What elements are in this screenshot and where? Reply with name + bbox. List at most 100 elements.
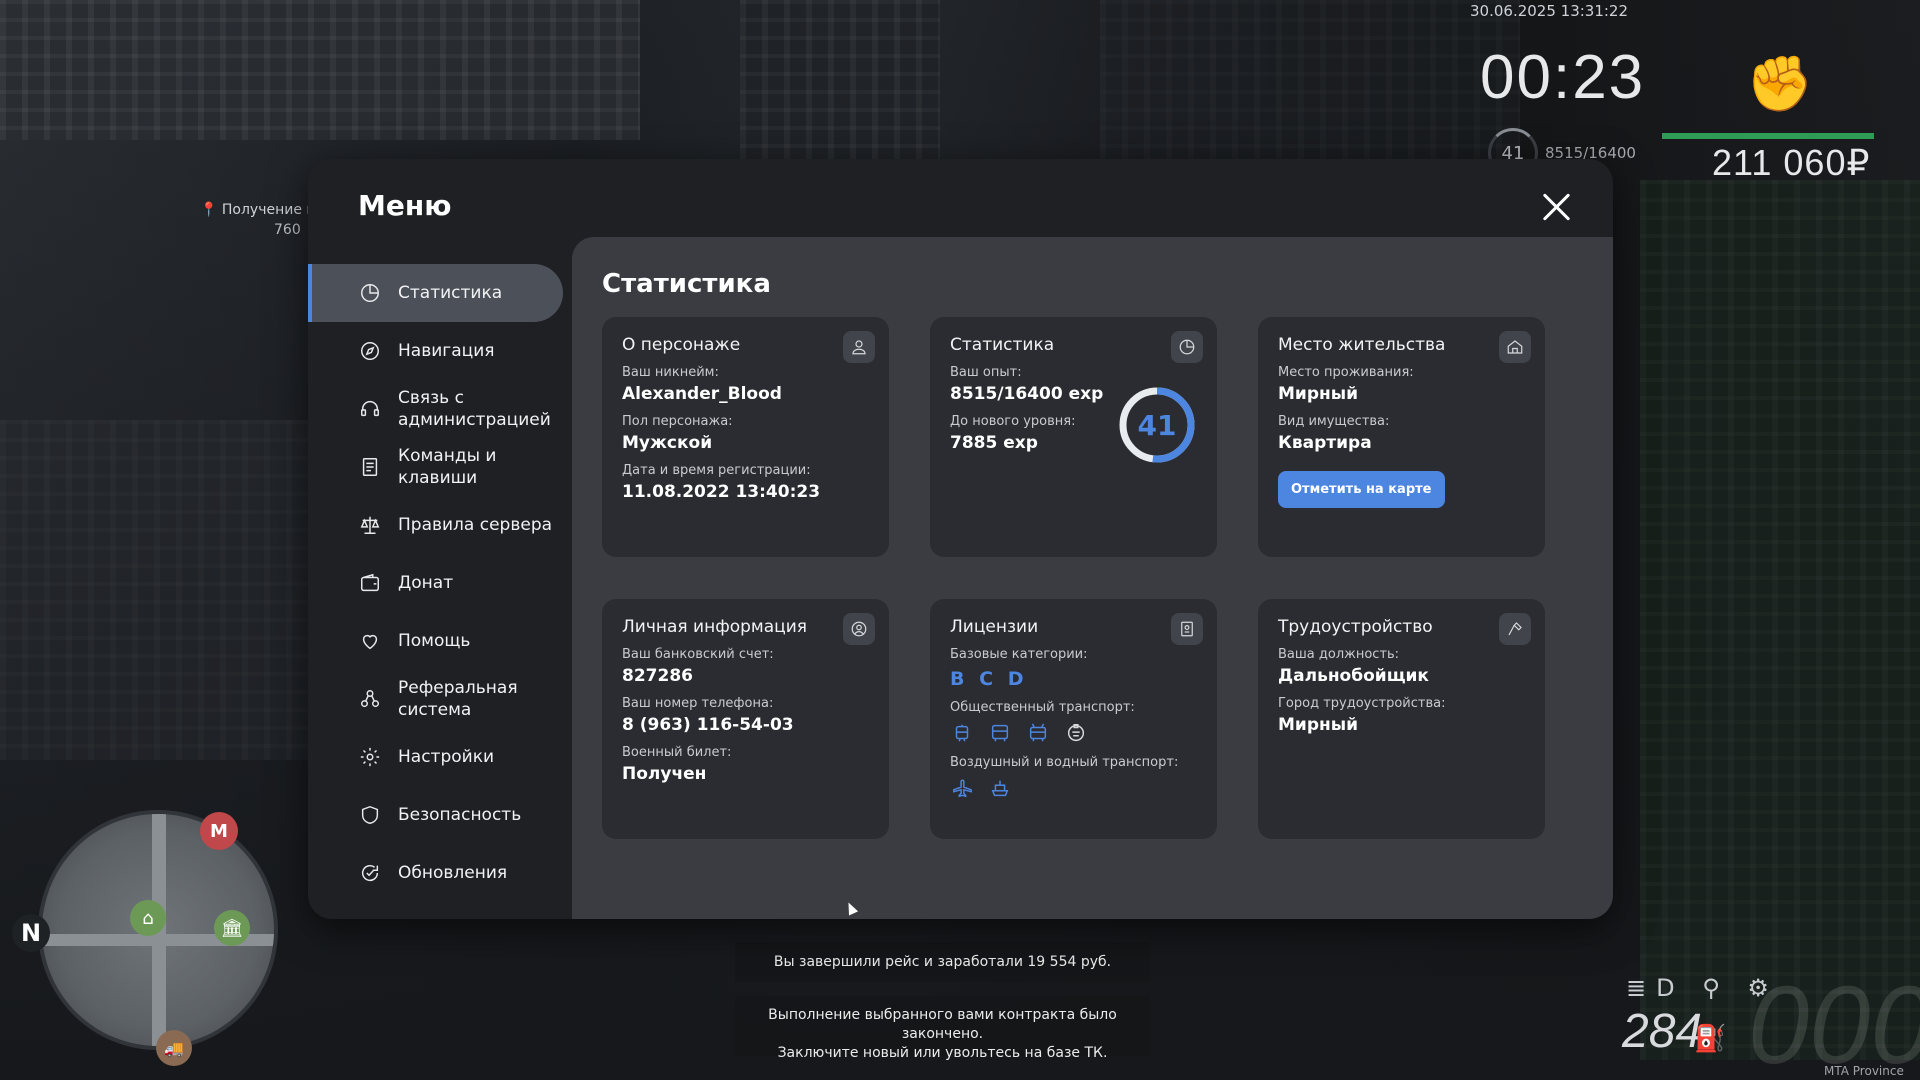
hud-task: 📍 Получение к	[200, 202, 315, 218]
page-title: Статистика	[602, 269, 771, 299]
card-title: Трудоустройство	[1278, 617, 1433, 637]
nav-label-line2: администрацией	[398, 410, 551, 430]
house-icon	[1499, 331, 1531, 363]
refresh-icon	[358, 861, 382, 885]
mark-on-map-button[interactable]: Отметить на карте	[1278, 471, 1445, 508]
server-brand: MTA Province #4	[1824, 1064, 1904, 1080]
hud-timer: 00:23	[1480, 43, 1646, 112]
contract-notification: Выполнение выбранного вами контракта был…	[735, 996, 1150, 1061]
hud-datetime: 30.06.2025 13:31:22	[1470, 2, 1629, 20]
menu-title: Меню	[358, 189, 452, 222]
referral-icon	[358, 687, 382, 711]
gender-value: Мужской	[622, 433, 713, 453]
bank-account-label: Ваш банковский счет:	[622, 647, 774, 662]
building	[740, 0, 940, 170]
nav-label-line1: Реферальная	[398, 678, 518, 698]
hud-speed: 284	[1622, 1005, 1703, 1058]
level-value: 41	[1137, 408, 1177, 442]
hud-money: 211 060₽	[1712, 142, 1871, 183]
vehicle-status-icons: ≣D ⚲ ⚙	[1626, 974, 1779, 1002]
residence-place-label: Место проживания:	[1278, 365, 1414, 380]
bank-account-value: 827286	[622, 666, 693, 686]
nav-item-security[interactable]: Безопасность	[308, 786, 563, 844]
nav-item-admin-contact[interactable]: Связь с администрацией	[308, 380, 563, 438]
stats-card: Статистика Ваш опыт: 8515/16400 exp До н…	[930, 317, 1217, 557]
nav-label-line1: Связь с	[398, 388, 464, 408]
card-title: Место жительства	[1278, 335, 1446, 355]
wallet-icon	[358, 571, 382, 595]
plane-icon	[950, 776, 974, 800]
user-icon	[843, 331, 875, 363]
job-position-label: Ваша должность:	[1278, 647, 1400, 662]
nav-label: Реферальная система	[398, 677, 518, 721]
card-title: О персонаже	[622, 335, 741, 355]
job-city-label: Город трудоустройства:	[1278, 696, 1446, 711]
residence-place-value: Мирный	[1278, 384, 1359, 404]
air-water-transport-icons	[950, 776, 1197, 800]
registration-value: 11.08.2022 13:40:23	[622, 482, 821, 502]
card-title: Статистика	[950, 335, 1055, 355]
nav-item-donate[interactable]: Донат	[308, 554, 563, 612]
pie-chart-icon	[1171, 331, 1203, 363]
residence-card: Место жительства Место проживания: Мирны…	[1258, 317, 1545, 557]
nav-label: Настройки	[398, 747, 495, 767]
home-marker-icon: ⌂	[130, 900, 166, 936]
nav-label-line2: клавиши	[398, 468, 478, 488]
public-transport-icons	[950, 721, 1197, 745]
nav-label: Обновления	[398, 863, 508, 883]
trip-notification: Вы завершили рейс и заработали 19 554 ру…	[735, 942, 1150, 982]
job-city-value: Мирный	[1278, 715, 1359, 735]
task-title: Получение к	[221, 202, 315, 218]
license-icon	[1171, 613, 1203, 645]
gender-label: Пол персонажа:	[622, 414, 733, 429]
user-circle-icon	[843, 613, 875, 645]
building	[0, 0, 640, 140]
nav-label: Правила сервера	[398, 515, 553, 535]
menu-window: Меню Статистика Навигация Связь с админис…	[308, 159, 1613, 919]
nickname-label: Ваш никнейм:	[622, 365, 719, 380]
nav-label-line1: Команды и	[398, 446, 497, 466]
license-category: D	[1007, 668, 1024, 690]
licenses-card: Лицензии Базовые категории: B C D Общест…	[930, 599, 1217, 839]
nav-item-referral[interactable]: Реферальная система	[308, 670, 563, 728]
task-distance: 760	[274, 222, 301, 238]
headset-icon	[358, 397, 382, 421]
gear-icon	[358, 745, 382, 769]
nav-item-settings[interactable]: Настройки	[308, 728, 563, 786]
public-transport-label: Общественный транспорт:	[950, 700, 1135, 715]
military-id-label: Военный билет:	[622, 745, 732, 760]
statistics-panel: Статистика О персонаже Ваш никнейм: Alex…	[572, 237, 1613, 919]
nav-item-commands[interactable]: Команды и клавиши	[308, 438, 563, 496]
heart-hands-icon	[358, 629, 382, 653]
nav-label-line2: система	[398, 700, 472, 720]
phone-value: 8 (963) 116-54-03	[622, 715, 794, 735]
fist-icon: ✊	[1746, 52, 1814, 115]
bank-marker-icon: 🏛	[214, 910, 250, 946]
character-card: О персонаже Ваш никнейм: Alexander_Blood…	[602, 317, 889, 557]
job-position-value: Дальнобойщик	[1278, 666, 1429, 686]
nav-item-statistics[interactable]: Статистика	[308, 264, 563, 322]
nav-label: Навигация	[398, 341, 495, 361]
nav-item-updates[interactable]: Обновления	[308, 844, 563, 902]
pie-chart-icon	[358, 281, 382, 305]
license-category: B	[950, 668, 965, 690]
property-type-label: Вид имущества:	[1278, 414, 1390, 429]
nav-label: Статистика	[398, 283, 503, 303]
nav-label: Связь с администрацией	[398, 387, 551, 431]
contract-line-1: Выполнение выбранного вами контракта был…	[768, 1007, 1117, 1042]
license-category: C	[979, 668, 994, 690]
nav-item-rules[interactable]: Правила сервера	[308, 496, 563, 554]
contract-line-2: Заключите новый или увольтесь на базе ТК…	[777, 1045, 1108, 1061]
nav-item-help[interactable]: Помощь	[308, 612, 563, 670]
card-title: Личная информация	[622, 617, 808, 637]
health-bar	[1662, 133, 1874, 139]
air-water-transport-label: Воздушный и водный транспорт:	[950, 755, 1179, 770]
nickname-value: Alexander_Blood	[622, 384, 782, 404]
tram-icon	[950, 721, 974, 745]
compass-icon	[358, 339, 382, 363]
nav-item-navigation[interactable]: Навигация	[308, 322, 563, 380]
minimap-north-marker: N	[12, 914, 50, 952]
license-categories: B C D	[950, 668, 1197, 690]
building	[0, 420, 310, 760]
close-button[interactable]	[1541, 191, 1573, 223]
